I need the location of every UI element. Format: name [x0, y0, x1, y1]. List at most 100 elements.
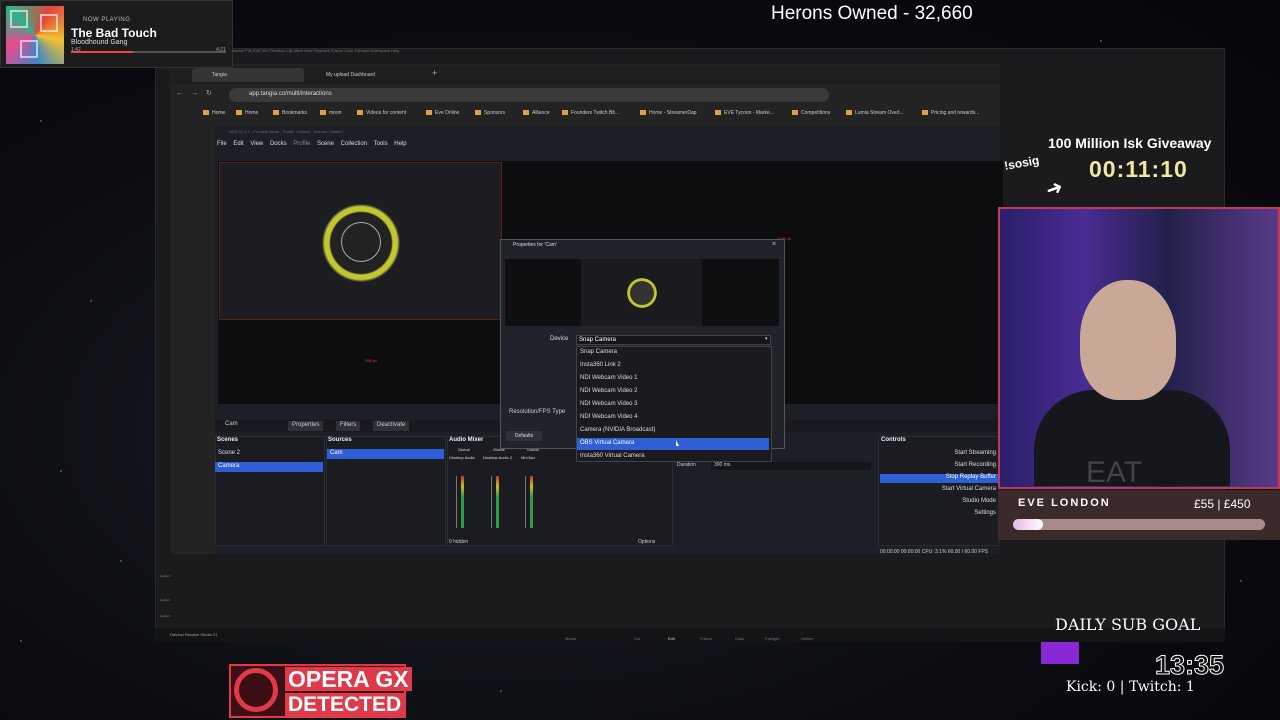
- track-label: Audio 2: [160, 598, 171, 602]
- page-tab[interactable]: Cut: [634, 636, 640, 641]
- resolve-brand: DaVinci Resolve Studio 21: [170, 632, 218, 637]
- scenes-heading: Scenes: [217, 437, 239, 443]
- album-art: [6, 6, 64, 64]
- dropdown-option[interactable]: Snap Camera: [577, 347, 769, 359]
- start-recording-button[interactable]: Start Recording: [880, 462, 1000, 471]
- dropdown-option[interactable]: Camera (NVIDIA Broadcast): [577, 425, 769, 437]
- stop-replay-buffer-button[interactable]: Stop Replay Buffer: [880, 474, 1000, 483]
- eve-goal-bar: [1013, 519, 1265, 530]
- dropdown-option[interactable]: NDI Webcam Video 1: [577, 373, 769, 385]
- source-item[interactable]: Cam: [327, 449, 444, 459]
- browser-tab[interactable]: My upload Dashboard: [306, 68, 424, 82]
- nav-buttons[interactable]: ←→↻: [176, 89, 220, 97]
- dropdown-option-selected[interactable]: OBS Virtual Camera: [577, 438, 769, 450]
- scene-item[interactable]: Scene 2: [215, 449, 323, 459]
- duration-input[interactable]: 300 ms: [711, 462, 871, 470]
- volume-fader[interactable]: [456, 476, 457, 528]
- page-tab[interactable]: Fusion: [700, 636, 712, 641]
- menu-item[interactable]: Help: [394, 141, 406, 147]
- dropdown-option[interactable]: Insta360 Virtual Camera: [577, 451, 769, 463]
- bookmark[interactable]: Founders Twitch Bit...: [562, 110, 619, 116]
- track-progress: [71, 51, 226, 53]
- mixer-channel: Mic/Aux: [521, 455, 536, 460]
- hidden-count: 0 hidden: [449, 539, 469, 545]
- track-title: The Bad Touch: [71, 26, 157, 40]
- close-icon[interactable]: ×: [772, 241, 776, 248]
- opera-logo-icon: [234, 668, 278, 712]
- scene-item[interactable]: Camera: [215, 462, 323, 472]
- sub-goal-bar: [1041, 642, 1079, 664]
- bookmark[interactable]: Home: [236, 110, 258, 116]
- mixer-channel: Desktop Audio 2: [483, 455, 513, 460]
- eve-goal-fill: [1013, 519, 1044, 530]
- obs-menu[interactable]: File Edit View Docks Profile Scene Colle…: [217, 141, 407, 147]
- dialog-title: Properties for 'Cam': [513, 242, 557, 248]
- bookmark[interactable]: Videos for content: [357, 110, 406, 116]
- device-select[interactable]: Snap Camera: [576, 335, 771, 345]
- follower-counts: Kick: 0 | Twitch: 1: [1066, 679, 1195, 695]
- track-label: Audio 3: [160, 614, 171, 618]
- dropdown-option[interactable]: NDI Webcam Video 2: [577, 386, 769, 398]
- clock: 13:35: [1154, 650, 1225, 681]
- sources-heading: Sources: [328, 437, 352, 443]
- menu-item[interactable]: Profile: [293, 141, 310, 147]
- menu-item[interactable]: Tools: [374, 141, 388, 147]
- menu-item[interactable]: Scene Collection: [317, 141, 367, 147]
- shirt-text: EAT: [1086, 456, 1143, 489]
- dropdown-option[interactable]: Insta360 Link 2: [577, 360, 769, 372]
- page-tab[interactable]: Color: [735, 636, 745, 641]
- dropdown-option[interactable]: NDI Webcam Video 3: [577, 399, 769, 411]
- deactivate-button[interactable]: Deactivate: [373, 421, 410, 431]
- browser-tab[interactable]: Tangia: [192, 68, 304, 82]
- sub-goal-title: DAILY SUB GOAL: [1055, 615, 1201, 634]
- bookmark[interactable]: Competitions: [792, 110, 830, 116]
- new-tab-icon[interactable]: +: [432, 68, 437, 78]
- options-button[interactable]: Options: [638, 539, 655, 545]
- settings-button[interactable]: Settings: [880, 510, 1000, 519]
- page-tab[interactable]: Fairlight: [765, 636, 779, 641]
- menu-item[interactable]: File: [217, 141, 227, 147]
- bookmark[interactable]: Alliance: [523, 110, 550, 116]
- bookmark[interactable]: Bookmarks: [273, 110, 307, 116]
- volume-meter: [461, 476, 464, 528]
- start-virtual-camera-button[interactable]: Start Virtual Camera: [880, 486, 1000, 495]
- chevron-down-icon[interactable]: ▾: [765, 336, 768, 342]
- start-streaming-button[interactable]: Start Streaming: [880, 450, 1000, 459]
- mixer-heading: Audio Mixer: [449, 437, 484, 443]
- resolution-label: Resolution/FPS Type: [509, 409, 566, 415]
- menu-item[interactable]: Edit: [233, 141, 243, 147]
- defaults-button[interactable]: Defaults: [506, 431, 542, 441]
- now-playing-label: NOW PLAYING: [83, 17, 131, 23]
- filters-button[interactable]: Filters: [336, 421, 361, 431]
- page-tab[interactable]: Edit: [668, 636, 675, 641]
- bookmark[interactable]: Home: [203, 110, 225, 116]
- menu-item[interactable]: Docks: [270, 141, 287, 147]
- studio-mode-button[interactable]: Studio Mode: [880, 498, 1000, 507]
- volume-fader[interactable]: [525, 476, 526, 528]
- bookmark[interactable]: Eve Online: [426, 110, 459, 116]
- address-bar[interactable]: app.tangia.co/multi/interactions: [229, 88, 829, 102]
- bookmark[interactable]: Sponsors: [475, 110, 505, 116]
- device-label: Device: [550, 336, 569, 342]
- mixer-global: Global: [458, 447, 470, 452]
- bookmark[interactable]: Pricing and rewards...: [922, 110, 979, 116]
- dropdown-option[interactable]: NDI Webcam Video 4: [577, 412, 769, 424]
- resolve-menu[interactable]: DaVinci Resolve File Edit Trim Timeline …: [215, 48, 399, 53]
- mouse-cursor-icon: [676, 440, 679, 446]
- properties-button[interactable]: Properties: [288, 421, 324, 431]
- status-bar: 00:00:00 00:00:00 CPU: 3.1% 60.00 / 60.0…: [880, 549, 989, 555]
- px-label: 266 px: [365, 358, 378, 363]
- bookmark[interactable]: Home - StreamerDap: [640, 110, 697, 116]
- menu-item[interactable]: View: [250, 141, 263, 147]
- volume-meter: [496, 476, 499, 528]
- volume-fader[interactable]: [491, 476, 492, 528]
- bookmark[interactable]: moon: [320, 110, 342, 116]
- giveaway-timer: 00:11:10: [1089, 156, 1188, 182]
- bookmark[interactable]: EVE Tycoon - Marke...: [715, 110, 774, 116]
- track-progress-fill: [71, 51, 133, 53]
- giveaway-title: 100 Million Isk Giveaway: [1048, 135, 1212, 151]
- page-tab[interactable]: Media: [565, 636, 576, 641]
- mixer-channel: Desktop Audio: [449, 455, 475, 460]
- bookmark[interactable]: Lumia Stream Overl...: [846, 110, 904, 116]
- page-tab[interactable]: Deliver: [801, 636, 813, 641]
